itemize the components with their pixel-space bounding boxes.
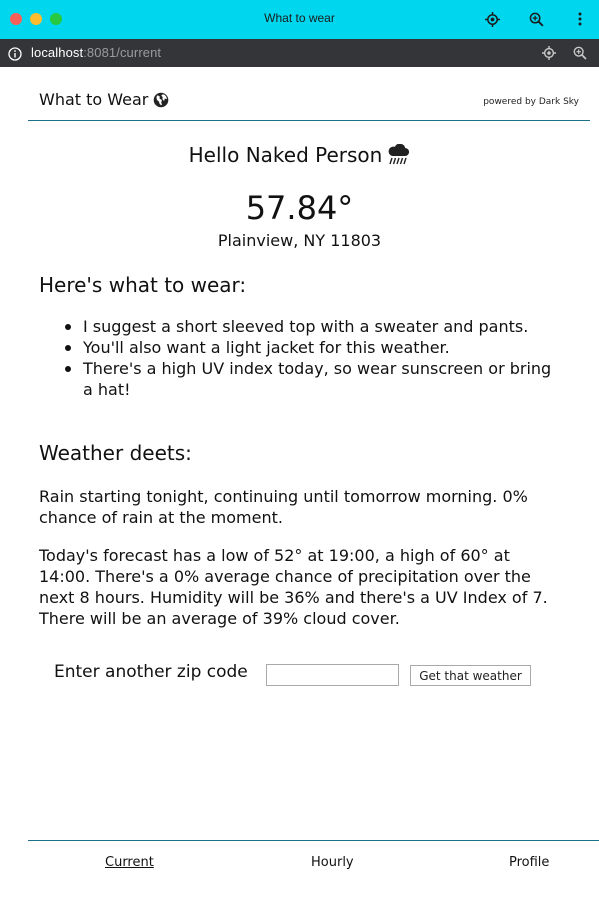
list-item: I suggest a short sleeved top with a swe… <box>65 316 553 337</box>
forecast-details: Today's forecast has a low of 52° at 19:… <box>39 546 548 628</box>
app-header: What to Wear powered by Dark Sky <box>28 67 590 121</box>
globe-icon <box>153 92 169 112</box>
weather-deets-heading: Weather deets: <box>39 441 192 465</box>
url-text[interactable]: localhost:8081/current <box>31 45 161 60</box>
location: Plainview, NY 11803 <box>217 231 382 250</box>
more-vertical-icon[interactable] <box>570 9 590 29</box>
powered-by-text[interactable]: powered by Dark Sky <box>483 97 579 107</box>
zip-code-label: Enter another zip code <box>54 662 248 682</box>
temperature: 57.84° <box>245 189 354 227</box>
get-weather-button[interactable]: Get that weather <box>410 665 531 686</box>
window-title: What to wear <box>264 11 335 25</box>
brand[interactable]: What to Wear <box>39 90 169 112</box>
list-item: You'll also want a light jacket for this… <box>65 337 553 358</box>
url-bar[interactable]: localhost:8081/current <box>0 39 599 67</box>
zoom-icon[interactable] <box>571 44 589 62</box>
wear-heading: Here's what to wear: <box>39 273 247 297</box>
list-item: There's a high UV index today, so wear s… <box>65 359 552 399</box>
window-titlebar: What to wear <box>0 0 599 39</box>
location-target-icon[interactable] <box>540 44 558 62</box>
greeting: Hello Naked Person <box>0 143 599 171</box>
zoom-icon[interactable] <box>526 9 546 29</box>
url-path: :8081/current <box>83 45 162 60</box>
nav-profile[interactable]: Profile <box>509 855 549 870</box>
nav-current[interactable]: Current <box>105 855 154 870</box>
rain-cloud-icon <box>386 143 410 171</box>
info-icon[interactable] <box>8 46 22 61</box>
wear-list: I suggest a short sleeved top with a swe… <box>65 316 553 400</box>
greeting-text: Hello Naked Person <box>188 143 383 167</box>
weather-summary: Rain starting tonight, continuing until … <box>39 487 528 527</box>
bottom-nav: Current Hourly Profile <box>28 840 599 907</box>
brand-title: What to Wear <box>39 90 149 109</box>
url-host: localhost <box>31 45 84 60</box>
zip-code-input[interactable] <box>266 664 399 686</box>
location-target-icon[interactable] <box>482 9 502 29</box>
nav-hourly[interactable]: Hourly <box>311 855 354 870</box>
